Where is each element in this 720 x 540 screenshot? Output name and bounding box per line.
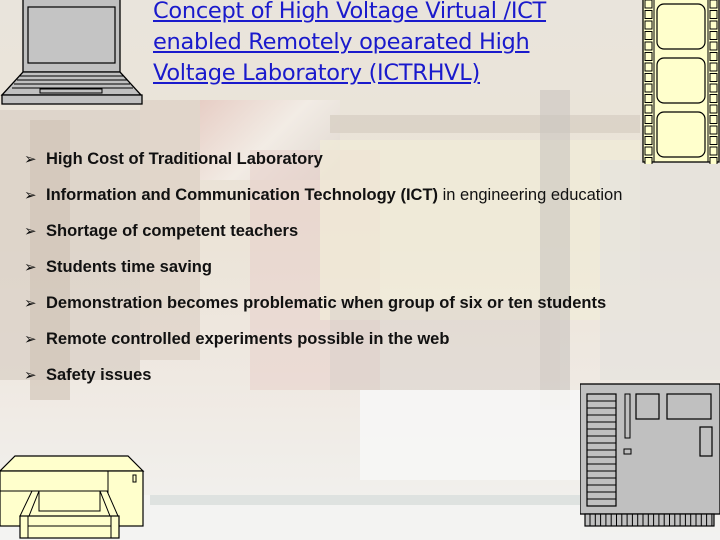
film-sprocket-hole xyxy=(644,125,653,135)
film-sprocket-hole xyxy=(709,0,718,9)
film-sprocket-hole xyxy=(644,62,653,72)
film-sprocket-hole xyxy=(644,136,653,145)
bullet-text: in engineering education xyxy=(438,186,623,204)
film-sprocket-hole xyxy=(709,83,718,93)
arrow-bullet-icon: ➢ xyxy=(24,367,37,384)
arrow-bullet-icon: ➢ xyxy=(24,295,37,312)
film-sprocket-hole xyxy=(644,157,653,166)
film-sprocket-hole xyxy=(644,115,653,124)
arrow-bullet-icon: ➢ xyxy=(24,331,37,348)
film-sprocket-hole xyxy=(644,94,653,103)
film-sprocket-hole xyxy=(644,0,653,9)
bullet-item: ➢ Demonstration becomes problematic when … xyxy=(24,290,622,326)
film-sprocket-hole xyxy=(709,20,718,30)
film-sprocket-hole xyxy=(709,104,718,114)
bullet-text-bold: Demonstration becomes problematic when g… xyxy=(46,294,607,312)
bullet-text-bold: Safety issues xyxy=(46,366,152,384)
film-sprocket-hole xyxy=(644,41,653,51)
film-sprocket-hole xyxy=(709,125,718,135)
bullet-list: ➢ High Cost of Traditional Laboratory ➢ In… xyxy=(24,146,622,398)
film-sprocket-hole xyxy=(644,83,653,93)
film-sprocket-hole xyxy=(709,136,718,145)
title-line-3[interactable]: Voltage Laboratory (ICTRHVL) xyxy=(153,58,593,89)
film-sprocket-hole xyxy=(709,31,718,40)
bullet-item: ➢ High Cost of Traditional Laboratory xyxy=(24,146,622,182)
slide-title-link[interactable]: Concept of High Voltage Virtual /ICT ena… xyxy=(153,0,593,89)
film-strip-icon xyxy=(642,0,720,166)
film-sprocket-hole xyxy=(709,41,718,51)
film-sprocket-hole xyxy=(709,157,718,166)
circuit-board-icon xyxy=(579,383,720,540)
film-sprocket-hole xyxy=(644,10,653,19)
film-sprocket-hole xyxy=(644,52,653,61)
arrow-bullet-icon: ➢ xyxy=(24,151,37,168)
bullet-text-bold: Remote controlled experiments possible i… xyxy=(46,330,450,348)
film-sprocket-hole xyxy=(709,146,718,156)
bullet-text-bold: High Cost of Traditional Laboratory xyxy=(46,150,323,168)
film-sprocket-hole xyxy=(709,94,718,103)
laptop-icon xyxy=(0,0,146,106)
film-sprocket-hole xyxy=(709,115,718,124)
film-sprocket-hole xyxy=(644,104,653,114)
bullet-text-bold: Students time saving xyxy=(46,258,212,276)
film-sprocket-hole xyxy=(644,20,653,30)
bullet-text-bold: Information and Communication Technology… xyxy=(46,186,439,204)
film-sprocket-hole xyxy=(644,146,653,156)
slide: Concept of High Voltage Virtual /ICT ena… xyxy=(0,0,720,540)
bullet-item: ➢ Information and Communication Technolog… xyxy=(24,182,622,218)
title-line-2[interactable]: enabled Remotely opearated High xyxy=(153,27,593,58)
arrow-bullet-icon: ➢ xyxy=(24,223,37,240)
bullet-item: ➢ Remote controlled experiments possible … xyxy=(24,326,622,362)
film-sprocket-hole xyxy=(709,10,718,19)
film-sprocket-hole xyxy=(644,31,653,40)
title-line-1[interactable]: Concept of High Voltage Virtual /ICT xyxy=(153,0,593,27)
film-sprocket-hole xyxy=(709,73,718,82)
bullet-item: ➢ Shortage of competent teachers xyxy=(24,218,622,254)
film-sprocket-hole xyxy=(709,62,718,72)
film-sprocket-hole xyxy=(709,52,718,61)
bullet-text-bold: Shortage of competent teachers xyxy=(46,222,299,240)
bullet-item: ➢ Safety issues xyxy=(24,362,622,398)
printer-icon xyxy=(0,455,146,540)
arrow-bullet-icon: ➢ xyxy=(24,259,37,276)
arrow-bullet-icon: ➢ xyxy=(24,187,37,204)
film-sprocket-hole xyxy=(644,73,653,82)
bullet-item: ➢ Students time saving xyxy=(24,254,622,290)
